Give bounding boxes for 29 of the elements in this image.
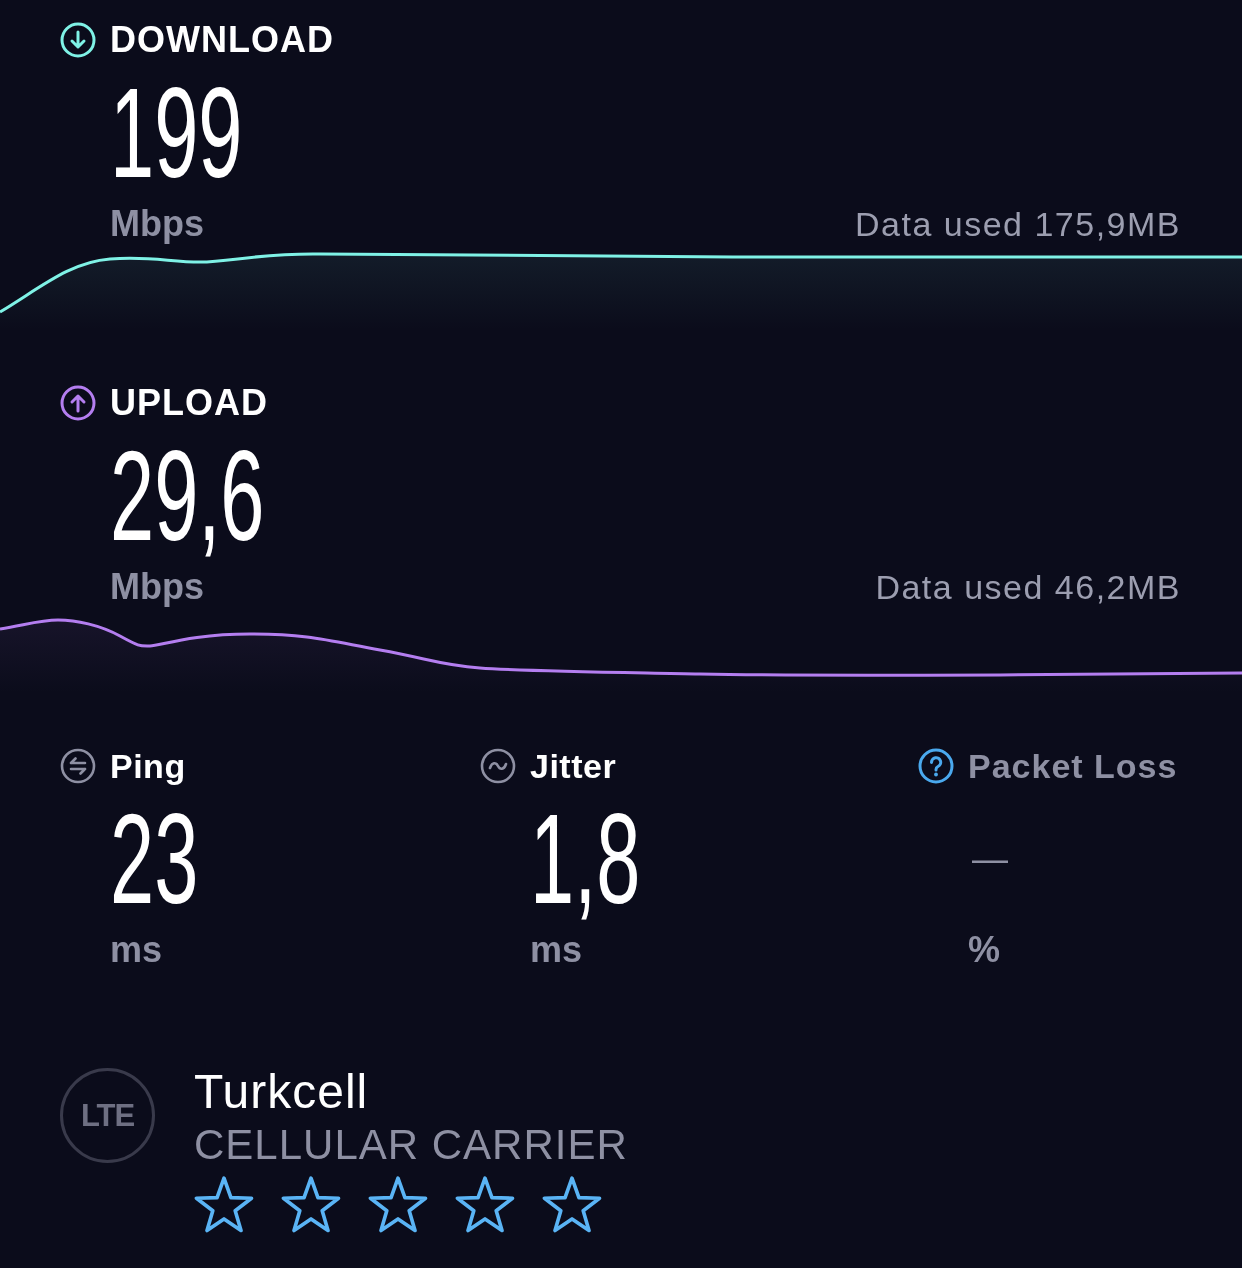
data-used-text: Data used 46,2MB (875, 567, 1181, 607)
metric-label: Ping (110, 746, 186, 786)
star-rating[interactable] (194, 1176, 602, 1234)
test-label: UPLOAD (110, 383, 268, 423)
metric-value: 23 (110, 787, 199, 930)
star-icon (455, 1176, 515, 1234)
network-type-badge: LTE (60, 1068, 155, 1163)
swap-arrows-icon (60, 748, 96, 784)
metric-label: Jitter (530, 746, 617, 786)
carrier-name: Turkcell (194, 1065, 369, 1119)
test-label: DOWNLOAD (110, 20, 334, 60)
data-used-text: Data used 175,9MB (854, 204, 1181, 244)
wave-icon (480, 748, 516, 784)
help-icon[interactable] (918, 748, 954, 784)
metric-unit: ms (110, 930, 163, 970)
speed-value: 199 (110, 61, 243, 204)
speed-unit: Mbps (110, 204, 204, 244)
metric-unit: ms (530, 930, 583, 970)
metric-label: Packet Loss (968, 746, 1178, 786)
metric-value: — (972, 838, 1008, 879)
star-icon (194, 1176, 254, 1234)
speed-unit: Mbps (110, 567, 204, 607)
metric-unit: % (968, 930, 1000, 970)
star-icon (368, 1176, 428, 1234)
speed-value: 29,6 (110, 424, 265, 567)
star-icon (542, 1176, 602, 1234)
carrier-type-label: CELLULAR CARRIER (194, 1121, 628, 1168)
metric-value: 1,8 (530, 787, 641, 930)
star-icon (281, 1176, 341, 1234)
